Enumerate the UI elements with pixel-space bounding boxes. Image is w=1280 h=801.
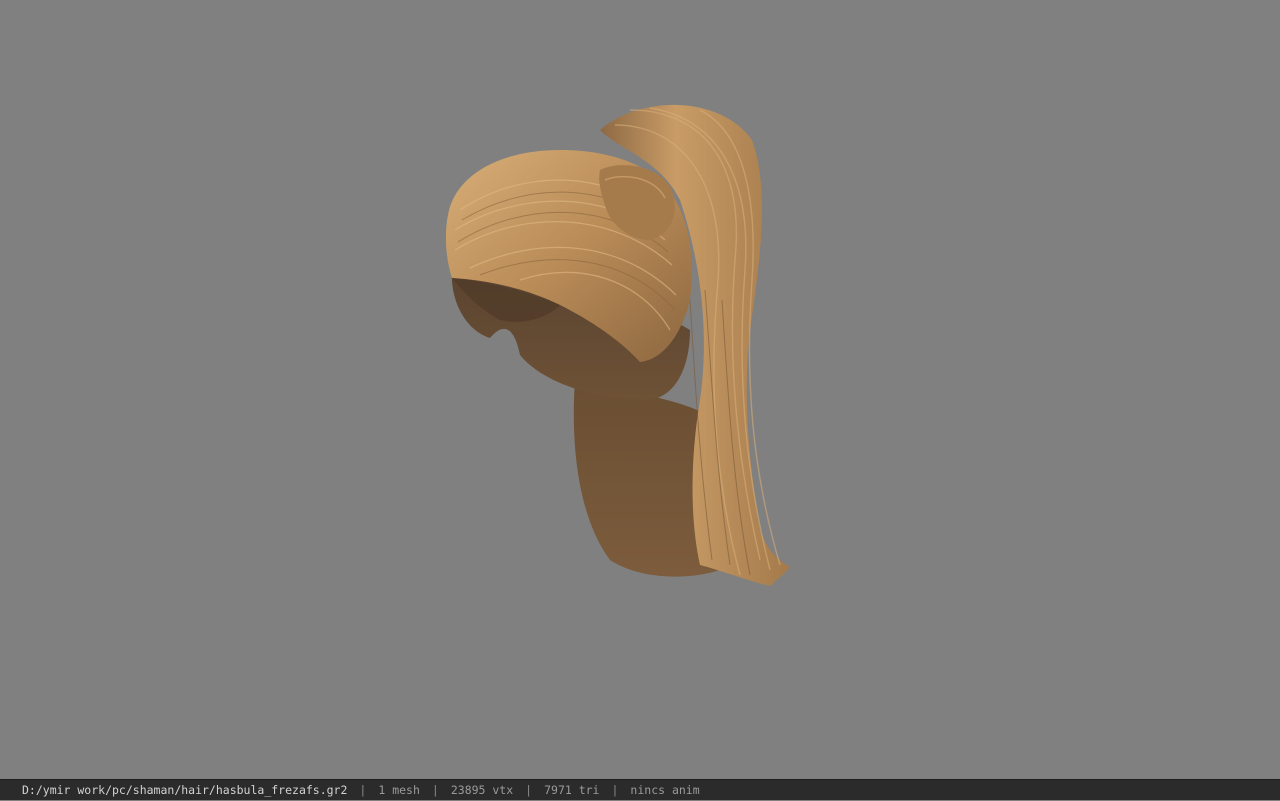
animation-status: nincs anim [630, 783, 700, 797]
vertex-count: 23895 vtx [450, 783, 514, 797]
hair-model-render [445, 104, 790, 586]
separator: | [359, 783, 367, 797]
3d-viewport[interactable] [0, 0, 1280, 779]
separator: | [611, 783, 619, 797]
separator: | [525, 783, 533, 797]
status-bar: D:/ymir work/pc/shaman/hair/hasbula_frez… [0, 779, 1280, 800]
file-path: D:/ymir work/pc/shaman/hair/hasbula_frez… [22, 783, 348, 797]
triangle-count: 7971 tri [544, 783, 600, 797]
mesh-count: 1 mesh [378, 783, 420, 797]
separator: | [431, 783, 439, 797]
